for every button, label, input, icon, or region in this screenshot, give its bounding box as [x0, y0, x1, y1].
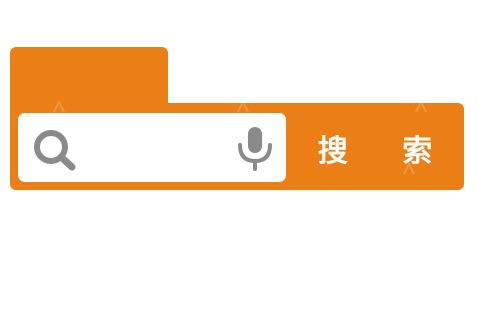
search-button-label: 搜 索: [317, 133, 455, 169]
search-widget: 搜 索: [0, 0, 478, 315]
header-tab: [10, 47, 168, 111]
watermark-mark: [53, 100, 65, 113]
search-button[interactable]: 搜 索: [300, 113, 450, 182]
search-input[interactable]: [86, 125, 226, 170]
watermark-mark: [237, 100, 249, 113]
microphone-icon[interactable]: [234, 125, 276, 171]
watermark-mark: [415, 100, 427, 113]
search-icon[interactable]: [30, 127, 80, 171]
